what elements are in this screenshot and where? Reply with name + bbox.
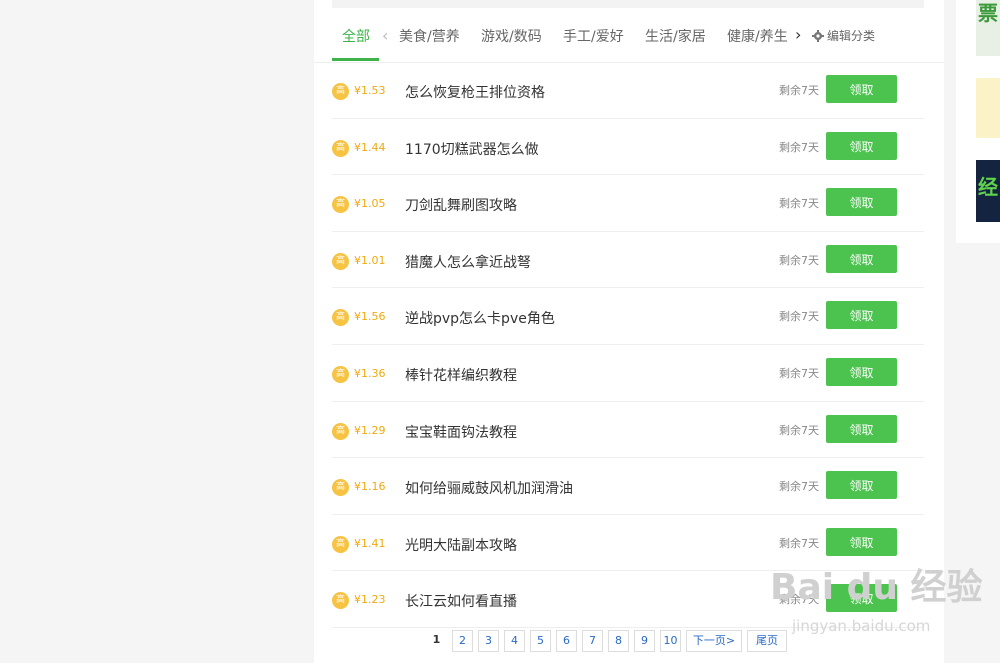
page-6-link[interactable]: 6 — [556, 630, 577, 652]
task-title[interactable]: 长江云如何看直播 — [405, 591, 517, 611]
page-4-link[interactable]: 4 — [504, 630, 525, 652]
promo-thumbnail[interactable] — [976, 78, 1000, 138]
promo-thumbnail[interactable]: 票 — [976, 0, 1000, 56]
edit-categories-button[interactable]: 编辑分类 — [812, 27, 875, 44]
coin-badge-icon: 高 — [332, 309, 349, 327]
list-item: 高 ¥1.44 1170切糕武器怎么做 剩余7天 领取 — [332, 119, 924, 176]
task-title[interactable]: 怎么恢复枪王排位资格 — [405, 82, 545, 102]
task-title[interactable]: 刀剑乱舞刷图攻略 — [405, 195, 517, 215]
time-remaining: 剩余7天 — [779, 536, 819, 550]
tab-life[interactable]: 生活/家居 — [645, 26, 706, 46]
list-item: 高 ¥1.29 宝宝鞋面钩法教程 剩余7天 领取 — [332, 402, 924, 459]
tab-food[interactable]: 美食/营养 — [399, 26, 460, 46]
coin-badge-icon: 高 — [332, 479, 349, 497]
page-5-link[interactable]: 5 — [530, 630, 551, 652]
page-1-current: 1 — [426, 630, 447, 652]
active-tab-underline — [332, 58, 379, 61]
time-remaining: 剩余7天 — [779, 423, 819, 437]
thumb-glyph: 经 — [978, 175, 998, 199]
list-item: 高 ¥1.36 棒针花样编织教程 剩余7天 领取 — [332, 345, 924, 402]
coin-badge-icon: 高 — [332, 196, 349, 214]
reward-price: ¥1.41 — [354, 536, 386, 550]
list-item: 高 ¥1.05 刀剑乱舞刷图攻略 剩余7天 领取 — [332, 175, 924, 232]
page-2-link[interactable]: 2 — [452, 630, 473, 652]
list-item: 高 ¥1.16 如何给骊威鼓风机加润滑油 剩余7天 领取 — [332, 458, 924, 515]
list-item: 高 ¥1.56 逆战pvp怎么卡pve角色 剩余7天 领取 — [332, 288, 924, 345]
page-8-link[interactable]: 8 — [608, 630, 629, 652]
claim-button[interactable]: 领取 — [826, 414, 897, 443]
time-remaining: 剩余7天 — [779, 140, 819, 154]
coin-badge-icon: 高 — [332, 365, 349, 383]
claim-button[interactable]: 领取 — [826, 357, 897, 386]
reward-price: ¥1.05 — [354, 197, 386, 211]
task-title[interactable]: 光明大陆副本攻略 — [405, 535, 517, 555]
task-title[interactable]: 宝宝鞋面钩法教程 — [405, 422, 517, 442]
page-3-link[interactable]: 3 — [478, 630, 499, 652]
tab-games[interactable]: 游戏/数码 — [481, 26, 542, 46]
claim-button[interactable]: 领取 — [826, 244, 897, 273]
reward-price: ¥1.01 — [354, 253, 386, 267]
time-remaining: 剩余7天 — [779, 197, 819, 211]
coin-badge-icon: 高 — [332, 535, 349, 553]
claim-button[interactable]: 领取 — [826, 75, 897, 103]
baidu-watermark-logo: Bai du 经验 — [770, 567, 983, 608]
time-remaining: 剩余7天 — [779, 310, 819, 324]
tab-health[interactable]: 健康/养生 — [727, 26, 788, 46]
coin-badge-icon: 高 — [332, 83, 349, 100]
claim-button[interactable]: 领取 — [826, 527, 897, 556]
chevron-left-icon[interactable]: ‹ — [382, 26, 388, 45]
reward-price: ¥1.53 — [354, 84, 386, 97]
category-tabs: 全部 ‹ 美食/营养 游戏/数码 手工/爱好 生活/家居 健康/养生 › 编辑分… — [314, 10, 944, 63]
page-9-link[interactable]: 9 — [634, 630, 655, 652]
time-remaining: 剩余7天 — [779, 366, 819, 380]
right-sidebar: 票 经 — [956, 0, 1000, 243]
edit-label: 编辑分类 — [827, 29, 876, 43]
task-title[interactable]: 棒针花样编织教程 — [405, 365, 517, 385]
reward-price: ¥1.23 — [354, 593, 386, 607]
top-strip — [332, 0, 924, 8]
claim-button[interactable]: 领取 — [826, 471, 897, 500]
next-page-link[interactable]: 下一页> — [686, 630, 742, 652]
reward-price: ¥1.16 — [354, 480, 386, 494]
task-list: 高 ¥1.53 怎么恢复枪王排位资格 剩余7天 领取 高 ¥1.44 1170切… — [332, 62, 924, 628]
gear-icon — [812, 29, 824, 42]
reward-price: ¥1.44 — [354, 140, 386, 154]
task-title[interactable]: 1170切糕武器怎么做 — [405, 139, 539, 159]
thumb-glyph: 票 — [978, 1, 998, 25]
last-page-link[interactable]: 尾页 — [747, 630, 787, 652]
promo-thumbnail[interactable]: 经 — [976, 160, 1000, 222]
coin-badge-icon: 高 — [332, 252, 349, 270]
pagination: 1 2 3 4 5 6 7 8 9 10 下一页> 尾页 — [426, 629, 787, 653]
time-remaining: 剩余7天 — [779, 480, 819, 494]
coin-badge-icon: 高 — [332, 422, 349, 440]
list-item: 高 ¥1.53 怎么恢复枪王排位资格 剩余7天 领取 — [332, 62, 924, 119]
task-title[interactable]: 猎魔人怎么拿近战弩 — [405, 252, 531, 272]
time-remaining: 剩余7天 — [779, 253, 819, 267]
tab-all[interactable]: 全部 — [342, 26, 370, 46]
reward-price: ¥1.29 — [354, 423, 386, 437]
task-title[interactable]: 逆战pvp怎么卡pve角色 — [405, 308, 555, 328]
list-item: 高 ¥1.01 猎魔人怎么拿近战弩 剩余7天 领取 — [332, 232, 924, 289]
page-7-link[interactable]: 7 — [582, 630, 603, 652]
reward-price: ¥1.36 — [354, 366, 386, 380]
coin-badge-icon: 高 — [332, 592, 349, 610]
time-remaining: 剩余7天 — [779, 84, 819, 97]
chevron-right-icon[interactable]: › — [795, 25, 801, 44]
task-title[interactable]: 如何给骊威鼓风机加润滑油 — [405, 478, 573, 498]
claim-button[interactable]: 领取 — [826, 131, 897, 160]
reward-price: ¥1.56 — [354, 310, 386, 324]
claim-button[interactable]: 领取 — [826, 188, 897, 217]
watermark-url: jingyan.baidu.com — [792, 617, 931, 635]
page-10-link[interactable]: 10 — [660, 630, 681, 652]
claim-button[interactable]: 领取 — [826, 301, 897, 330]
tab-crafts[interactable]: 手工/爱好 — [563, 26, 624, 46]
coin-badge-icon: 高 — [332, 139, 349, 157]
